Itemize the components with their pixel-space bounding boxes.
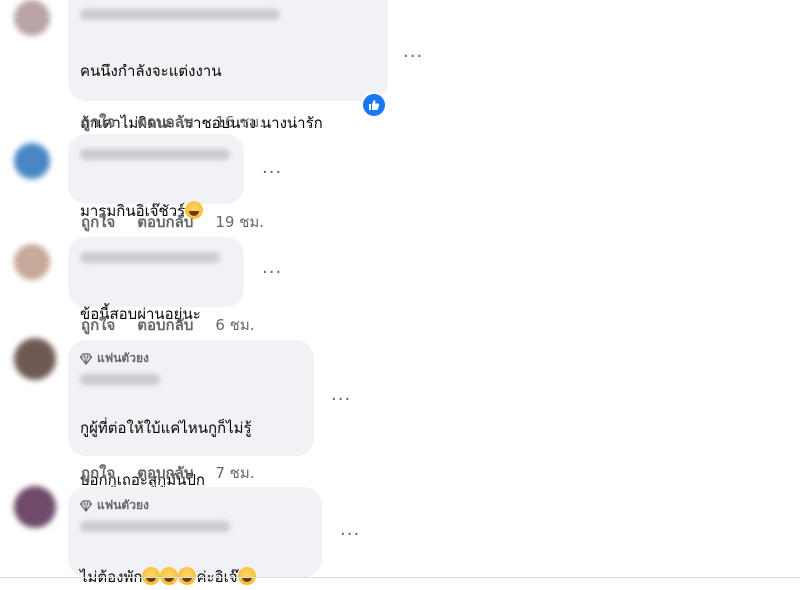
like-button[interactable]: ถูกใจ (81, 210, 115, 234)
more-options-icon[interactable]: ··· (262, 264, 282, 282)
avatar[interactable] (14, 0, 50, 36)
like-button[interactable]: ถูกใจ (81, 110, 115, 134)
like-icon[interactable] (361, 92, 387, 118)
comment-bubble: คนนึงกำลังจะแต่งงาน ถ้าเดาไม่ผิดนะ เราชอ… (68, 0, 388, 132)
badge-label: แฟนตัวยง (97, 351, 149, 365)
commenter-name[interactable] (80, 149, 230, 160)
avatar[interactable] (14, 486, 56, 528)
divider (0, 577, 800, 578)
timestamp[interactable]: 7 ชม. (215, 461, 254, 485)
more-options-icon[interactable]: ··· (340, 526, 360, 544)
badge-label: แฟนตัวยง (97, 498, 149, 512)
commenter-name[interactable] (80, 374, 160, 385)
reply-button[interactable]: ตอบกลับ (137, 313, 193, 337)
commenter-name[interactable] (80, 521, 230, 532)
reply-button[interactable]: ตอบกลับ (137, 110, 193, 134)
comment-bubble: ข้อนี้สอบผ่านอยู่นะ (68, 237, 244, 323)
timestamp[interactable]: 16 ชม. (215, 110, 264, 134)
diamond-icon (80, 352, 92, 365)
comment-bubble: แฟนตัวยง กูผู้ที่ต่อให้ใบ้แค่ไหนกูก็ไม่ร… (68, 340, 314, 489)
comment-text: ไม่ต้องพัก ค่ะอิเจ๊ (80, 538, 310, 590)
avatar[interactable] (14, 338, 56, 380)
timestamp[interactable]: 19 ชม. (215, 210, 264, 234)
timestamp[interactable]: 6 ชม. (215, 313, 254, 337)
comment-actions: ถูกใจ ตอบกลับ 6 ชม. (81, 313, 255, 337)
commenter-name[interactable] (80, 9, 280, 20)
like-button[interactable]: ถูกใจ (81, 313, 115, 337)
comment-actions: ถูกใจ ตอบกลับ 7 ชม. (81, 461, 255, 485)
comment-bubble: แฟนตัวยง ไม่ต้องพัก ค่ะอิเจ๊ (68, 487, 322, 586)
grinning-emoji (142, 567, 161, 585)
comment-actions: ถูกใจ ตอบกลับ 19 ชม. (81, 210, 264, 234)
diamond-icon (80, 499, 92, 512)
comment-bubble: มารุมกินอิเจ๊ชัวร์ (68, 134, 244, 220)
more-options-icon[interactable]: ··· (331, 391, 351, 409)
grinning-emoji (160, 567, 179, 585)
laughing-tears-emoji (237, 567, 256, 585)
more-options-icon[interactable]: ··· (262, 164, 282, 182)
top-fan-badge: แฟนตัวยง (80, 496, 310, 515)
comment-line: กูผู้ที่ต่อให้ใบ้แค่ไหนกูก็ไม่รู้ (80, 419, 252, 437)
like-button[interactable]: ถูกใจ (81, 461, 115, 485)
grinning-emoji (178, 567, 197, 585)
reply-button[interactable]: ตอบกลับ (137, 461, 193, 485)
comment-actions: ถูกใจ ตอบกลับ 16 ชม. (81, 110, 264, 134)
more-options-icon[interactable]: ··· (403, 48, 423, 66)
commenter-name[interactable] (80, 252, 220, 263)
reply-button[interactable]: ตอบกลับ (137, 210, 193, 234)
avatar[interactable] (14, 143, 50, 179)
top-fan-badge: แฟนตัวยง (80, 349, 302, 368)
avatar[interactable] (14, 244, 50, 280)
comment-line: คนนึงกำลังจะแต่งงาน (80, 62, 222, 80)
